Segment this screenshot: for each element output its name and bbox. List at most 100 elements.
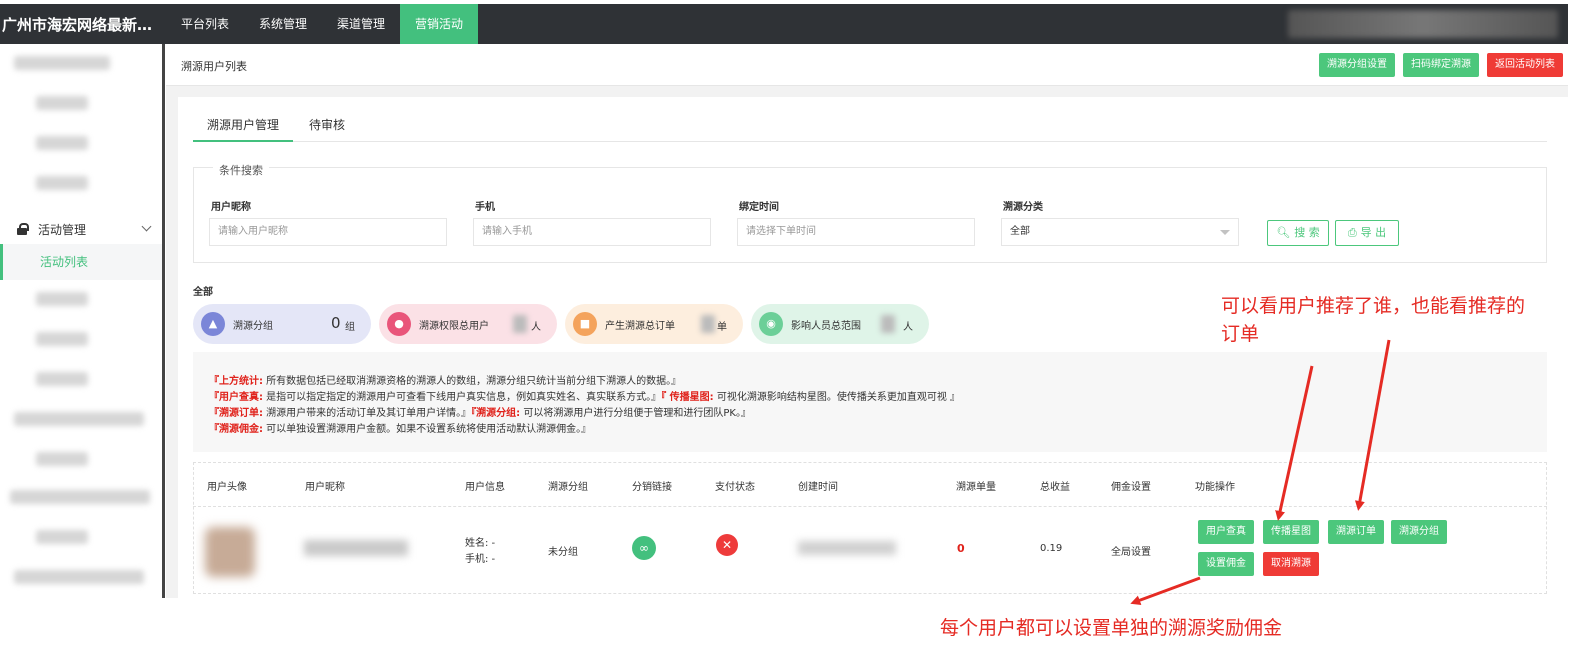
link-icon[interactable]: ∞ [632,536,656,560]
th-created-time: 创建时间 [798,482,838,493]
sidebar-item-blurred[interactable] [36,530,88,544]
stat-groups: ▲ 溯源分组 0 组 [193,304,371,344]
annotation-top-line2: 订单 [1221,323,1260,345]
page-root: 广州市海宏网络最新红... 平台列表 系统管理 渠道管理 营销活动 活动管理 活… [0,0,1580,662]
sidebar-item-activity-list[interactable]: 活动列表 [0,244,162,280]
stats-all-label: 全部 [193,287,213,298]
search-legend: 条件搜索 [213,162,269,178]
note-key: 『用户查真: [209,392,263,403]
nav-system-management[interactable]: 系统管理 [244,4,322,44]
sidebar-item-blurred[interactable] [36,96,88,110]
sidebar: 活动管理 活动列表 [0,44,162,598]
note-text: 可视化溯源影响结构星图。使传播关系更加直观可视 』 [713,392,961,403]
stat-orders-label: 产生溯源总订单 [605,320,675,332]
note-text: 溯源用户带来的活动订单及其订单用户详情。』 [263,408,472,419]
search-button[interactable]: 🔍︎ 搜 索 [1267,220,1329,246]
brand-title: 广州市海宏网络最新红... [2,15,166,34]
phone-label: 手机 [475,202,495,213]
stat-orders: ■ 产生溯源总订单 单 [565,304,743,344]
stat-reach-value-blurred [881,315,895,333]
nav-platform-list[interactable]: 平台列表 [166,4,244,44]
target-icon: ◉ [759,312,783,336]
user-name-info: 姓名: - [465,538,496,549]
phone-input[interactable]: 请输入手机 [473,218,711,246]
stat-users: ● 溯源权限总用户 人 [379,304,557,344]
sidebar-scrollbar[interactable] [162,44,165,598]
th-pay-status: 支付状态 [715,482,755,493]
sidebar-group-label: 活动管理 [38,222,87,237]
notes-box: 『上方统计: 所有数据包括已经取消溯源资格的溯源人的数组，溯源分组只统计当前分组… [193,352,1547,452]
sidebar-item-blurred[interactable] [14,56,110,70]
note-user-verify: 『用户查真: 是指可以指定指定的溯源用户可查看下线用户真实信息，例如真实姓名、真… [209,388,960,403]
spread-star-map-button[interactable]: 传播星图 [1263,520,1319,544]
sidebar-item-blurred[interactable] [36,332,88,346]
top-navbar: 广州市海宏网络最新红... 平台列表 系统管理 渠道管理 营销活动 [0,4,1568,44]
sidebar-item-blurred[interactable] [14,570,144,584]
sidebar-item-blurred[interactable] [36,292,88,306]
stat-groups-value: 0 [331,314,341,332]
category-select-value: 全部 [1010,226,1030,237]
stat-orders-value-blurred [701,315,715,333]
nickname-label: 用户昵称 [211,202,251,213]
stat-reach: ◉ 影响人员总范围 人 [751,304,929,344]
export-button-label: 导 出 [1360,226,1387,239]
tab-bar: 溯源用户管理 待审核 [193,108,1547,142]
cancel-trace-button[interactable]: 取消溯源 [1263,552,1319,576]
scan-bind-button[interactable]: 扫码绑定溯源 [1403,53,1479,77]
table-header-divider [193,506,1547,507]
th-avatar: 用户头像 [207,482,247,493]
bind-time-input[interactable]: 请选择下单时间 [737,218,975,246]
sidebar-item-blurred[interactable] [10,490,150,504]
sitemap-icon: ▲ [201,312,225,336]
annotation-bottom: 每个用户都可以设置单独的溯源奖励佣金 [940,617,1283,639]
trace-orders-button[interactable]: 溯源订单 [1328,520,1384,544]
group-settings-button[interactable]: 溯源分组设置 [1319,53,1395,77]
stat-orders-unit: 单 [717,322,727,333]
sidebar-group-activity-management[interactable]: 活动管理 [0,214,160,244]
note-key: 『溯源分组: [471,408,521,419]
note-key: 『 传播星图: [661,392,714,403]
trace-group-value: 未分组 [548,547,578,558]
search-fieldset [193,167,1547,263]
note-top-stats: 『上方统计: 所有数据包括已经取消溯源资格的溯源人的数组，溯源分组只统计当前分组… [209,372,681,387]
bind-time-label: 绑定时间 [739,202,779,213]
nav-marketing-activity[interactable]: 营销活动 [400,4,479,44]
category-select[interactable]: 全部 [1001,218,1239,246]
tab-trace-user-management[interactable]: 溯源用户管理 [193,108,294,142]
export-button[interactable]: ⎙ 导 出 [1335,220,1399,246]
user-verify-button[interactable]: 用户查真 [1198,520,1254,544]
caret-down-icon [1220,230,1230,235]
th-share-link: 分销链接 [632,482,672,493]
search-icon: 🔍︎ [1276,226,1291,239]
search-button-label: 搜 索 [1294,226,1320,239]
chevron-down-icon [141,221,152,232]
nav-channel-management[interactable]: 渠道管理 [322,4,400,44]
th-revenue: 总收益 [1040,482,1070,493]
sidebar-item-blurred[interactable] [36,372,88,386]
stat-groups-unit: 组 [345,322,355,333]
commission-value: 全局设置 [1111,547,1151,558]
th-actions: 功能操作 [1195,482,1235,493]
note-key: 『溯源佣金: [209,424,263,435]
note-text: 所有数据包括已经取消溯源资格的溯源人的数组，溯源分组只统计当前分组下溯源人的数据… [263,376,682,387]
sidebar-item-blurred[interactable] [36,452,88,466]
user-info-blurred[interactable] [1288,10,1558,38]
nickname-input[interactable]: 请输入用户昵称 [209,218,447,246]
set-commission-button[interactable]: 设置佣金 [1198,552,1254,576]
sidebar-item-blurred[interactable] [36,136,88,150]
annotation-top-line1: 可以看用户推荐了谁，也能看推荐的 [1221,295,1526,317]
order-count-value: 0 [957,542,965,555]
back-to-activity-list-button[interactable]: 返回活动列表 [1487,53,1563,77]
sidebar-item-blurred[interactable] [36,176,88,190]
top-nav: 平台列表 系统管理 渠道管理 营销活动 [166,4,479,44]
th-user-info: 用户信息 [465,482,505,493]
tab-pending-review[interactable]: 待审核 [309,108,345,142]
note-key: 『上方统计: [209,376,263,387]
sidebar-item-blurred[interactable] [14,412,144,426]
th-commission: 佣金设置 [1111,482,1151,493]
stat-users-value-blurred [513,315,527,333]
th-nickname: 用户昵称 [305,482,345,493]
trace-group-button[interactable]: 溯源分组 [1391,520,1447,544]
printer-icon: ⎙ [1347,226,1357,239]
note-text: 可以将溯源用户进行分组便于管理和进行团队PK。』 [520,408,751,419]
